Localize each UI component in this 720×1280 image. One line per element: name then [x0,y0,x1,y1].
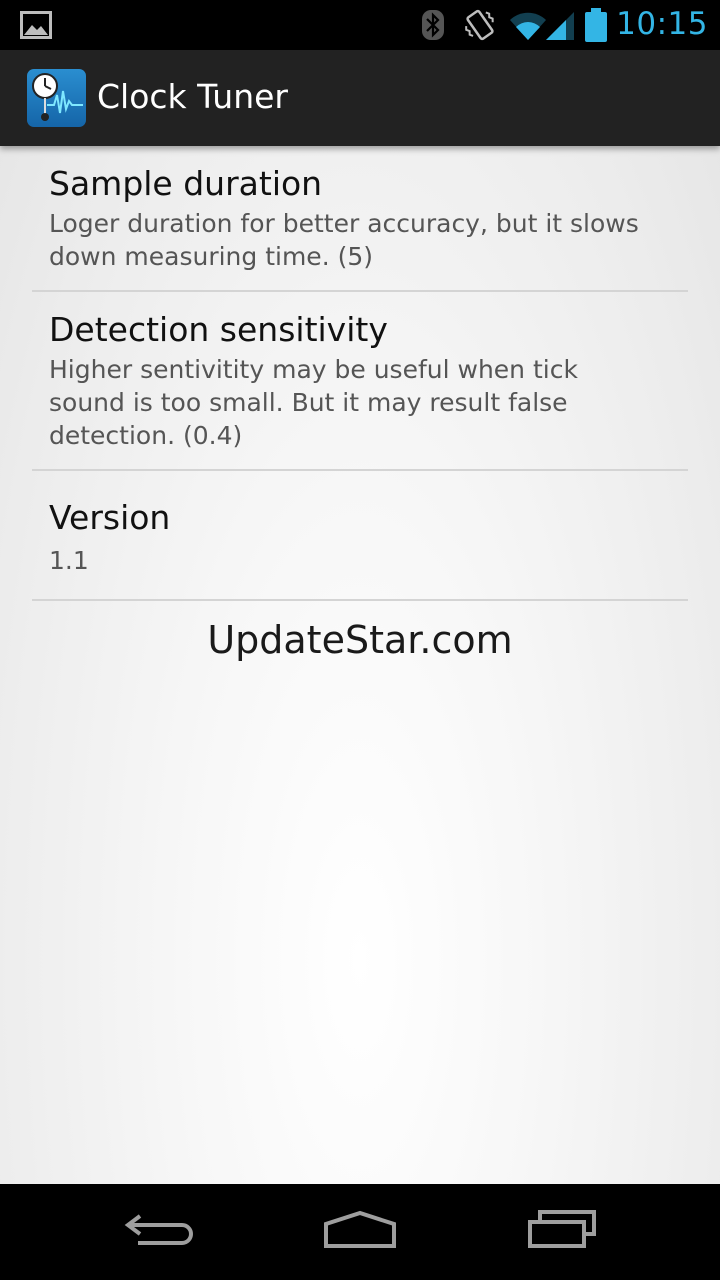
vibrate-icon [465,9,494,41]
home-icon[interactable] [320,1208,400,1250]
pref-title: Sample duration [49,164,323,203]
bluetooth-icon [422,10,444,40]
app-title: Clock Tuner [97,77,288,116]
pref-title: Version [49,498,171,537]
battery-icon [585,8,607,42]
image-notification-icon [20,11,52,39]
pref-sample-duration[interactable]: Sample duration Loger duration for bette… [32,146,688,292]
clock-tuner-app-icon[interactable] [27,69,86,127]
recent-apps-icon[interactable] [526,1208,600,1250]
pref-summary: 1.1 [49,546,89,575]
signal-icon [546,12,574,40]
pref-title: Detection sensitivity [49,310,388,349]
watermark-text: UpdateStar.com [207,618,513,662]
preference-list: Sample duration Loger duration for bette… [32,146,688,601]
status-bar: 10:15 [0,0,720,50]
pref-summary: Higher sentivitity may be useful when ti… [49,355,578,450]
navigation-bar [0,1184,720,1280]
pref-version[interactable]: Version 1.1 [32,471,688,601]
pref-detection-sensitivity[interactable]: Detection sensitivity Higher sentivitity… [32,292,688,471]
action-bar: Clock Tuner [0,50,720,146]
back-icon[interactable] [124,1208,196,1248]
status-clock: 10:15 [616,6,708,42]
pref-summary: Loger duration for better accuracy, but … [49,209,639,271]
wifi-icon [510,12,546,40]
